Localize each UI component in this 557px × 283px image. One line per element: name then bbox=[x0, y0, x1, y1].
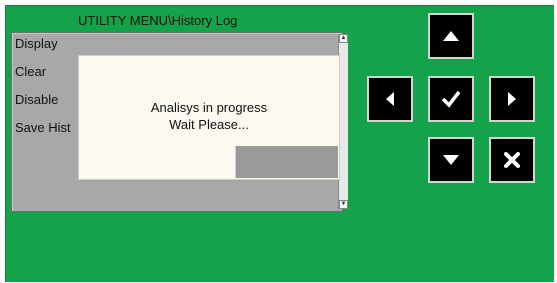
scroll-down-arrow-icon[interactable]: ▼ bbox=[339, 200, 348, 209]
screen-title: UTILITY MENU\History Log bbox=[78, 13, 238, 28]
arrow-down-icon bbox=[442, 154, 460, 166]
scroll-up-arrow-icon[interactable]: ▲ bbox=[339, 34, 348, 43]
up-button[interactable] bbox=[428, 13, 474, 59]
down-button[interactable] bbox=[428, 137, 474, 183]
cancel-x-icon bbox=[503, 151, 521, 169]
progress-bar-fill bbox=[80, 146, 236, 178]
dialog-message-line1: Analisys in progress bbox=[150, 100, 268, 115]
arrow-left-icon bbox=[385, 91, 395, 107]
menu-item-clear[interactable]: Clear bbox=[15, 64, 46, 82]
dialog-message-line2: Wait Please... bbox=[169, 117, 249, 132]
cancel-button[interactable] bbox=[489, 137, 535, 183]
menu-item-disable[interactable]: Disable bbox=[15, 92, 58, 110]
left-button[interactable] bbox=[367, 76, 413, 122]
menu-item-display[interactable]: Display bbox=[15, 36, 58, 54]
confirm-button[interactable] bbox=[428, 76, 474, 122]
arrow-right-icon bbox=[507, 91, 517, 107]
right-button[interactable] bbox=[489, 76, 535, 122]
menu-item-save-history[interactable]: Save Hist bbox=[15, 120, 71, 138]
device-screen: UTILITY MENU\History Log Display Clear D… bbox=[5, 5, 554, 282]
arrow-up-icon bbox=[442, 30, 460, 42]
analysis-progress-dialog: Analisys in progress Wait Please... bbox=[78, 55, 340, 180]
checkmark-icon bbox=[441, 90, 461, 108]
progress-bar bbox=[80, 146, 338, 178]
